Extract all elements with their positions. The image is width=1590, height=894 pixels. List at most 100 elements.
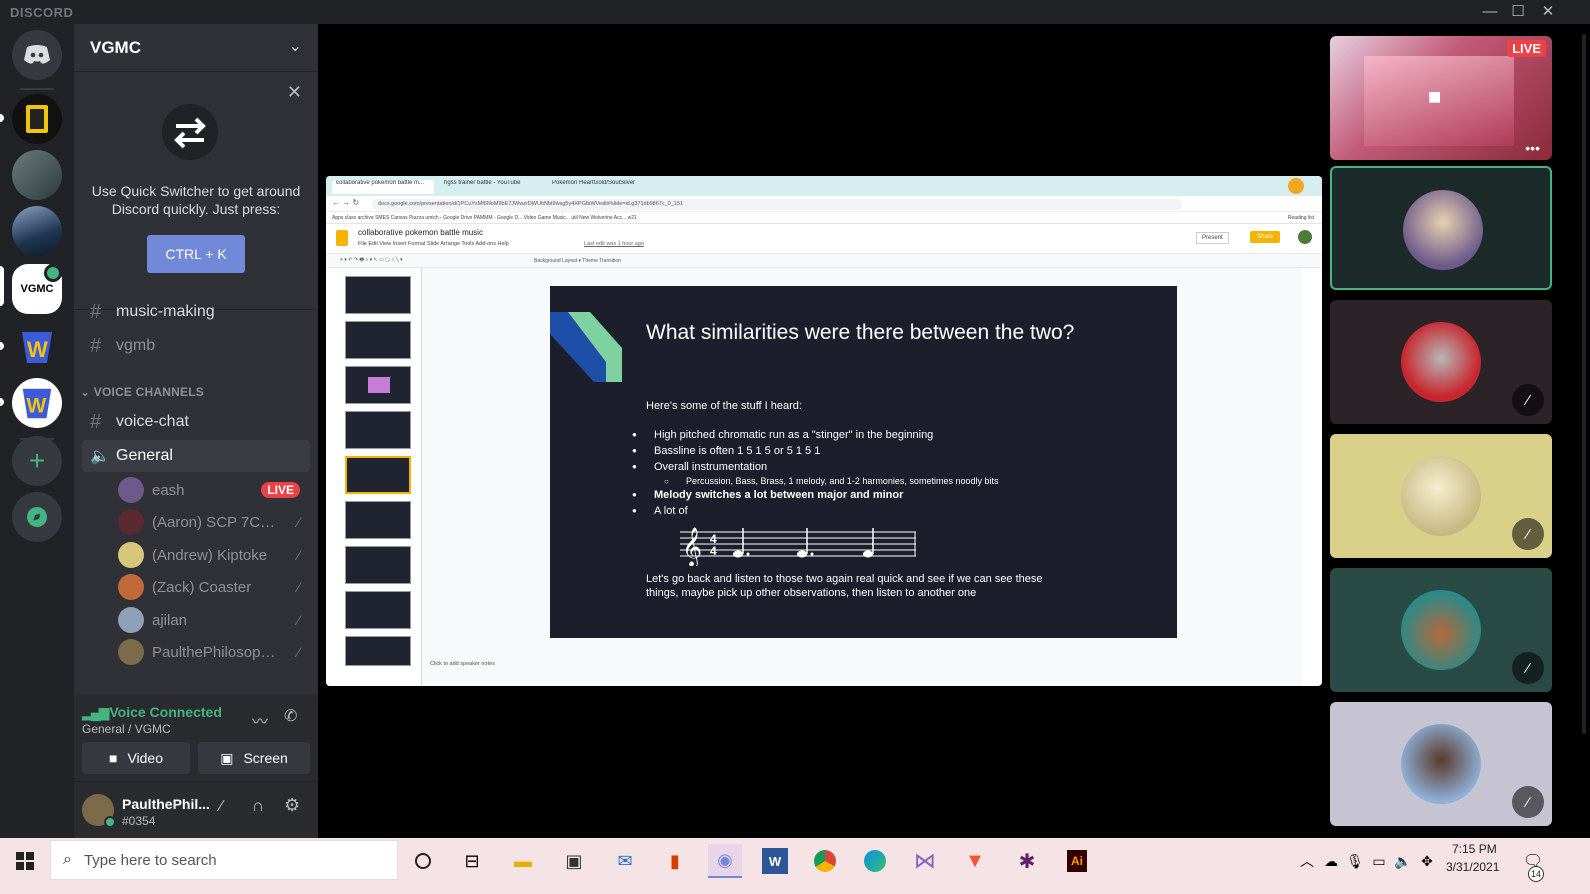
toolbar-icons[interactable]: + ▾ ↶ ↷ 🖶 ⌕ ▾ ↖ ▭ ▢ ○ ╲ ▾	[340, 257, 403, 265]
share-button[interactable]: Share	[1250, 231, 1281, 243]
browser-tab[interactable]: hgss trainer battle - YouTube	[440, 180, 540, 194]
hash-icon: #	[90, 410, 102, 433]
slide-thumbnail[interactable]	[345, 411, 411, 449]
participant-tile[interactable]: ⁄	[1330, 568, 1552, 692]
slide-thumbnail[interactable]	[345, 591, 411, 629]
maximize-icon[interactable]: ☐	[1504, 1, 1532, 23]
store-icon[interactable]: ▣	[557, 844, 591, 878]
voice-user-name: (Zack) Coaster	[152, 578, 252, 596]
participant-tile[interactable]: ⁄	[1330, 300, 1552, 424]
voice-location[interactable]: General / VGMC	[82, 722, 171, 736]
cortana-icon[interactable]	[406, 844, 440, 878]
illustrator-icon[interactable]: Ai	[1060, 844, 1094, 878]
video-button-label: Video	[127, 750, 164, 766]
account-avatar[interactable]	[1298, 230, 1312, 244]
doc-title[interactable]: collaborative pokemon battle music	[358, 228, 483, 237]
clock-date[interactable]: 3/31/2021	[1446, 860, 1499, 874]
participant-tile[interactable]: ⁄	[1330, 434, 1552, 558]
windows-start-icon[interactable]	[8, 844, 42, 878]
screen-share-button[interactable]: ▣ Screen	[198, 742, 310, 774]
dropbox-icon[interactable]: ✥	[1410, 844, 1444, 878]
alert-icon[interactable]	[1288, 178, 1304, 194]
present-button[interactable]: Present	[1196, 232, 1229, 244]
more-options-icon[interactable]: •••	[1525, 140, 1540, 156]
voice-user-paul[interactable]: PaulthePhilosophy... ⁄	[118, 637, 308, 667]
server-icon-5[interactable]: W	[12, 322, 62, 372]
last-edit-link[interactable]: Last edit was 1 hour ago	[584, 241, 644, 247]
add-server-icon[interactable]: +	[12, 436, 62, 486]
reading-list[interactable]: Reading list	[1288, 212, 1314, 223]
voice-user-andrew[interactable]: (Andrew) Kiptoke ⁄	[118, 540, 308, 570]
mute-mic-icon[interactable]: ⁄	[220, 798, 223, 816]
participant-avatar	[1401, 590, 1481, 670]
discord-taskbar-icon[interactable]: ◉	[708, 844, 742, 878]
file-explorer-icon[interactable]: ▬	[506, 844, 540, 878]
task-view-icon[interactable]: ⊟	[455, 844, 489, 878]
svg-text:𝄞: 𝄞	[682, 527, 702, 566]
slide-thumbnail[interactable]	[345, 366, 411, 404]
voice-channels-category[interactable]: ⌄ VOICE CHANNELS	[80, 385, 204, 399]
explore-servers-icon[interactable]	[12, 492, 62, 542]
doc-menu[interactable]: File Edit View Insert Format Slide Arran…	[358, 241, 509, 247]
slide-thumbnail-selected[interactable]	[345, 456, 411, 494]
voice-user-zack[interactable]: (Zack) Coaster ⁄	[118, 572, 308, 602]
quick-switcher-shortcut-button[interactable]: CTRL + K	[147, 235, 245, 273]
tiles-scrollbar[interactable]	[1582, 34, 1586, 734]
channel-voice-chat[interactable]: # voice-chat	[82, 406, 310, 438]
chevron-down-icon[interactable]: ⌄	[289, 36, 302, 56]
slide-logo-icon	[550, 312, 622, 382]
channel-music-making[interactable]: # music-making	[82, 296, 310, 328]
brave-icon[interactable]: ▼	[958, 844, 992, 878]
slide-thumbnail[interactable]	[345, 276, 411, 314]
browser-tab[interactable]: collaborative pokemon battle m...	[332, 180, 434, 194]
server-icon-6[interactable]: W	[12, 378, 62, 428]
video-button[interactable]: ■ Video	[82, 742, 190, 774]
participant-tile[interactable]: ⁄	[1330, 702, 1552, 826]
participant-tile-speaking[interactable]	[1330, 166, 1552, 290]
home-discord-icon[interactable]	[12, 30, 62, 80]
slack-icon[interactable]: ✱	[1010, 844, 1044, 878]
channel-label: music-making	[116, 303, 215, 320]
url-field[interactable]: docs.google.com/presentation/d/1PCuYsMf6…	[372, 199, 1182, 210]
visual-studio-icon[interactable]: ⋈	[908, 844, 942, 878]
server-icon-2[interactable]	[12, 150, 62, 200]
voice-user-name: ajilan	[152, 611, 188, 629]
avatar	[118, 509, 144, 535]
server-icon-1[interactable]	[12, 94, 62, 144]
channel-vgmb[interactable]: # vgmb	[82, 330, 310, 362]
mail-icon[interactable]: ✉	[608, 844, 642, 878]
clock-time[interactable]: 7:15 PM	[1452, 842, 1497, 856]
noise-suppression-icon[interactable]: 〰	[252, 708, 268, 732]
browser-tab[interactable]: Pokemon HeartGold/SoulSilver	[548, 180, 648, 194]
voice-user-aaron[interactable]: (Aaron) SCP 7C: De... ⁄	[118, 507, 308, 537]
voice-user-name: eash	[152, 481, 185, 499]
speaker-notes[interactable]: Click to add speaker notes	[430, 661, 495, 667]
chrome-icon[interactable]	[808, 844, 842, 878]
minimize-icon[interactable]: —	[1476, 1, 1504, 23]
server-header[interactable]: VGMC ⌄	[74, 24, 318, 72]
nav-arrows-icon[interactable]: ← → ↻	[332, 198, 359, 207]
taskbar-search-box[interactable]: ⌕ Type here to search	[50, 840, 398, 880]
disconnect-icon[interactable]: ✆	[284, 706, 297, 726]
current-slide[interactable]: What similarities were there between the…	[550, 286, 1177, 638]
server-icon-3[interactable]	[12, 206, 62, 256]
voice-user-ajilan[interactable]: ajilan ⁄	[118, 605, 308, 635]
voice-user-eash[interactable]: eash LIVE	[118, 475, 308, 505]
slide-thumbnail[interactable]	[345, 501, 411, 539]
close-window-icon[interactable]: ✕	[1534, 1, 1562, 23]
office-icon[interactable]: ▮	[658, 844, 692, 878]
slide-thumbnail[interactable]	[345, 321, 411, 359]
headphones-icon[interactable]: ∩	[252, 796, 264, 816]
slide-thumbnail[interactable]	[345, 636, 411, 666]
shared-screen[interactable]: collaborative pokemon battle m... hgss t…	[326, 176, 1322, 686]
slide-thumbnail[interactable]	[345, 546, 411, 584]
channel-general[interactable]: 🔈 General	[82, 440, 310, 472]
mic-muted-icon: ⁄	[297, 547, 300, 563]
stream-preview-tile[interactable]: LIVE ■ •••	[1330, 36, 1552, 160]
edge-icon[interactable]	[858, 844, 892, 878]
close-icon[interactable]: ✕	[287, 82, 302, 103]
voice-user-name: (Aaron) SCP 7C: De...	[152, 513, 276, 531]
word-icon[interactable]: W	[762, 848, 788, 874]
toolbar-options[interactable]: Background Layout ▾ Theme Transition	[534, 258, 621, 264]
settings-gear-icon[interactable]: ⚙	[284, 795, 300, 816]
